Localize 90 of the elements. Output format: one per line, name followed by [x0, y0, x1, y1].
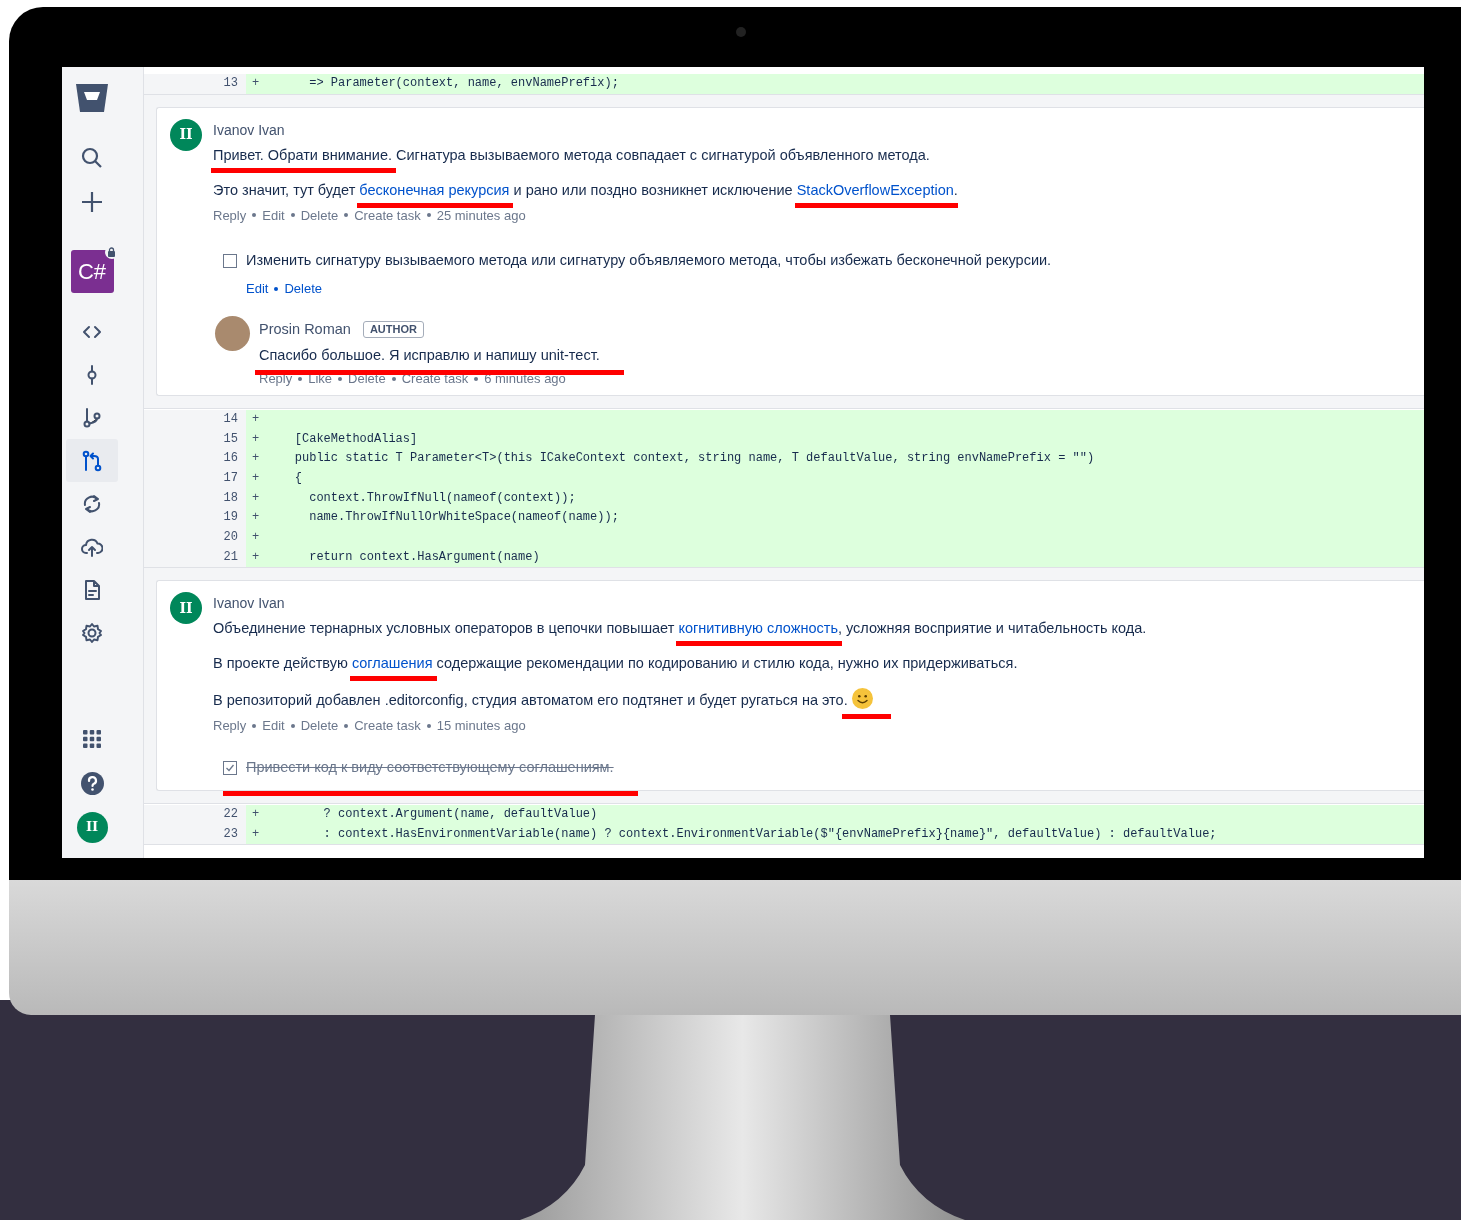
line-number: 13 — [144, 74, 246, 94]
line-number: 18 — [144, 488, 246, 509]
action-link[interactable]: Reply — [213, 205, 247, 226]
diff-sign: + — [251, 805, 261, 823]
settings-icon — [81, 621, 103, 644]
timestamp: 25 minutes ago — [436, 206, 526, 225]
separator-dot — [298, 377, 303, 382]
plus-icon[interactable] — [81, 191, 103, 213]
branch-icon — [81, 406, 103, 429]
task-text: Привести код к виду соответствующему соглашениям. — [246, 758, 614, 778]
author-name: Ivanov Ivan — [213, 120, 286, 139]
line-number: 23 — [144, 824, 246, 845]
help-icon[interactable] — [80, 771, 104, 795]
link[interactable]: соглашения — [351, 655, 433, 672]
code-line: : context.HasEnvironmentVariable(name) ? context.EnvironmentVariable($"{envNamePrefix}{name}", defaultValue) : defaultValue; — [322, 825, 1217, 843]
photo-placeholder — [215, 315, 250, 351]
separator-dot — [344, 213, 349, 218]
separator-dot — [426, 724, 431, 729]
separator-dot — [426, 213, 431, 218]
line-number: 16 — [144, 449, 246, 469]
diff-sign: + — [251, 489, 261, 507]
apps-grid-icon[interactable] — [83, 730, 101, 748]
line-number: 20 — [144, 528, 246, 548]
task-checkbox[interactable] — [223, 254, 237, 269]
bucket-logo-icon[interactable] — [75, 83, 109, 113]
separator-dot — [252, 213, 257, 218]
action-link[interactable]: Edit — [246, 279, 269, 299]
separator-dot — [391, 377, 396, 382]
code-line: ? context.Argument(name, defaultValue) — [322, 805, 598, 823]
refresh-icon — [81, 492, 103, 515]
user-avatar: II — [170, 118, 202, 151]
action-link[interactable]: Reply — [213, 716, 247, 736]
diff-sign: + — [251, 450, 261, 468]
comment-text: Привет. Обрати внимание. Сигнатура вызываемого метода совпадает с сигнатурой объявленного метода. — [213, 144, 1424, 165]
separator-dot — [474, 377, 479, 382]
line-number: 22 — [144, 804, 246, 825]
action-link[interactable]: Delete — [284, 279, 322, 299]
task-text: Изменить сигнатуру вызываемого метода или сигнатуру объявляемого метода, чтобы избежать бесконечной рекурсии. — [246, 251, 1052, 271]
separator-dot — [252, 724, 257, 729]
search-icon[interactable] — [81, 147, 103, 169]
action-link[interactable]: Edit — [262, 205, 285, 226]
comment-text: В репозиторий добавлен .editorconfig, студия автоматом его подтянет и будет ругаться на это. — [213, 688, 1424, 711]
line-number: 14 — [144, 409, 246, 430]
code-line: { — [293, 469, 302, 487]
code-line: public static T Parameter<T>(this ICakeContext context, string name, T defaultValue, string envNamePrefix = "") — [293, 450, 1095, 468]
action-link[interactable]: Create task — [354, 205, 421, 226]
line-number: 19 — [144, 508, 246, 529]
diff-sign: + — [251, 529, 261, 547]
timestamp: 15 minutes ago — [436, 717, 526, 736]
diff-sign: + — [251, 430, 261, 448]
user-avatar[interactable]: II — [76, 811, 108, 843]
separator-dot — [344, 724, 349, 729]
separator-dot — [290, 724, 295, 729]
smiley-icon — [851, 688, 873, 710]
action-link[interactable]: Create task — [354, 716, 421, 736]
line-number: 21 — [144, 547, 246, 568]
code-line: name.ThrowIfNullOrWhiteSpace(nameof(name)); — [308, 509, 619, 527]
code-line: => Parameter(context, name, envNamePrefix); — [308, 75, 619, 92]
diff-sign: + — [251, 469, 261, 487]
diff-sign: + — [251, 509, 261, 527]
comment-text: Это значит, тут будет бесконечная рекурсия и рано или поздно возникнет исключение StackOverflowException. — [213, 179, 1424, 200]
separator-dot — [338, 377, 343, 382]
author-name: Ivanov Ivan — [213, 594, 286, 613]
link[interactable]: когнитивную сложность — [678, 620, 838, 637]
author-name: Prosin Roman — [259, 319, 351, 339]
action-link[interactable]: Edit — [262, 716, 285, 736]
comment-text: Объединение тернарных условных операторов в цепочки повышает когнитивную сложность, усложняя восприятие и читабельность кода. — [213, 618, 1424, 639]
code-line: [CakeMethodAlias] — [293, 430, 418, 448]
separator-dot — [274, 286, 279, 291]
comment-text: Спасибо большое. Я исправлю и напишу unit-тест. — [259, 346, 600, 366]
action-link[interactable]: Delete — [300, 716, 339, 736]
action-link[interactable]: Delete — [300, 205, 339, 226]
code-line: return context.HasArgument(name) — [308, 548, 540, 566]
author-badge: AUTHOR — [362, 320, 424, 338]
pull-request-icon — [81, 449, 103, 472]
action-link[interactable]: Create task — [401, 369, 469, 389]
diff-sign: + — [251, 410, 261, 428]
separator-dot — [290, 213, 295, 218]
task-checkbox[interactable] — [223, 760, 237, 775]
link[interactable]: бесконечная рекурсия — [359, 181, 510, 198]
diff-sign: + — [251, 548, 261, 566]
user-avatar: II — [170, 592, 202, 625]
diff-sign: + — [251, 75, 261, 92]
link[interactable]: StackOverflowException — [796, 181, 954, 198]
nav-item[interactable] — [66, 439, 118, 482]
comment-text: В проекте действую соглашения содержащие рекомендации по кодированию и стилю кода, нужно их придерживаться. — [213, 653, 1424, 674]
code-line: context.ThrowIfNull(nameof(context)); — [308, 489, 576, 507]
line-number: 15 — [144, 429, 246, 450]
diff-sign: + — [251, 825, 261, 843]
line-number: 17 — [144, 468, 246, 489]
